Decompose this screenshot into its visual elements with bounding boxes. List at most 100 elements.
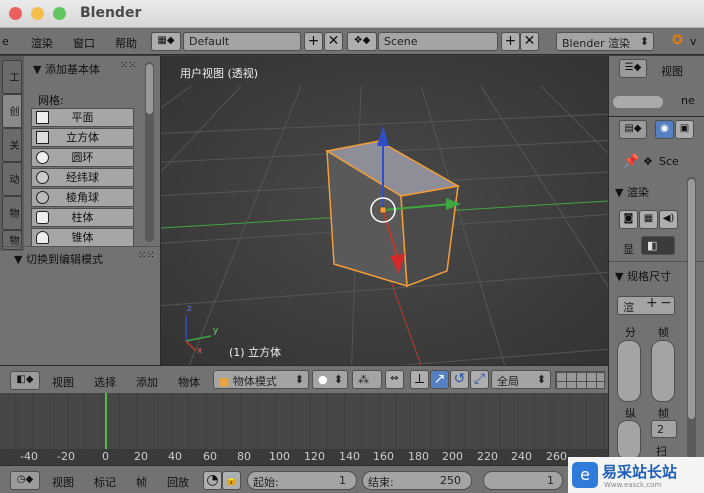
editor-type-icon[interactable]: ☰◆ [619, 59, 647, 78]
menu-view[interactable]: 视图 [661, 63, 683, 79]
current-frame-line[interactable] [105, 393, 107, 449]
add-cylinder-button[interactable]: 柱体 [31, 208, 134, 227]
snap-toggle-icon[interactable]: ⇔ [385, 370, 404, 389]
display-label: 显 [623, 243, 634, 256]
editor-divider[interactable] [160, 56, 161, 365]
cylinder-icon [36, 211, 49, 224]
outliner-item-partial[interactable]: ne [681, 94, 695, 107]
properties-scrollbar[interactable] [687, 177, 696, 487]
add-ico-sphere-button[interactable]: 棱角球 [31, 188, 134, 207]
menu-marker[interactable]: 标记 [94, 474, 116, 490]
tab-create[interactable]: 创 [2, 94, 22, 128]
scale-manipulator-icon[interactable]: ⤢ [470, 370, 489, 389]
frame-step-field[interactable]: 2 [651, 420, 677, 438]
menu-select[interactable]: 选择 [94, 374, 116, 390]
add-ico-sphere-label: 棱角球 [66, 191, 99, 204]
menu-add[interactable]: 添加 [136, 374, 158, 390]
render-preset-field[interactable]: 渲 + − [617, 296, 675, 315]
add-scene-icon[interactable]: + [501, 32, 520, 51]
menu-window[interactable]: 窗口 [73, 35, 95, 51]
render-panel-header[interactable]: ▼ 渲染 [615, 184, 649, 200]
edit-mode-toggle-header[interactable]: ▼ 切换到编辑模式 [14, 251, 103, 267]
pin-icon[interactable]: 📌 [623, 154, 639, 169]
render-tab-icon[interactable]: ◉ [655, 120, 674, 139]
scrollbar-thumb[interactable] [146, 64, 153, 114]
editor-divider[interactable] [609, 116, 704, 117]
add-circle-button[interactable]: 圆环 [31, 148, 134, 167]
rotate-manipulator-icon[interactable]: ↺ [450, 370, 469, 389]
manipulator-toggle-icon[interactable]: ⟂ [410, 370, 429, 389]
tool-shelf-scrollbar[interactable] [145, 62, 154, 242]
audio-icon[interactable]: ◀) [659, 210, 678, 229]
chevron-updown-icon: ⬍ [333, 373, 343, 386]
menu-view[interactable]: 视图 [52, 374, 74, 390]
info-header: e 渲染 窗口 帮助 ▦◆ Default + ✕ ❖◆ Scene + ✕ B… [0, 28, 704, 55]
menu-playback[interactable]: 回放 [167, 474, 189, 490]
add-layout-icon[interactable]: + [304, 32, 323, 51]
tab-relations[interactable]: 关 [2, 128, 22, 162]
tab-animation[interactable]: 动 [2, 162, 22, 196]
drag-handle-icon[interactable]: ⁙⁙ [120, 60, 137, 71]
render-animation-icon[interactable]: ▦ [639, 210, 658, 229]
tab-physics[interactable]: 物 [2, 196, 22, 230]
scene-context-icon: ❖ [643, 155, 653, 168]
mode-select[interactable]: ■ 物体模式 ⬍ [213, 370, 309, 389]
menu-object[interactable]: 物体 [178, 374, 200, 390]
menu-help[interactable]: 帮助 [115, 35, 137, 51]
resolution-stepper[interactable] [617, 340, 641, 402]
current-frame-field[interactable]: 1 [483, 471, 563, 490]
tab-tools[interactable]: 工 [2, 60, 22, 94]
layout-selector-icon[interactable]: ▦◆ [151, 32, 181, 51]
menu-partial[interactable]: e [2, 35, 9, 48]
dimensions-panel-header[interactable]: ▼ 规格尺寸 [615, 268, 671, 284]
3d-viewport[interactable]: 用户视图 (透视) (1) 立方体 z y x [161, 56, 608, 365]
preview-range-icon[interactable]: ◔ [203, 471, 222, 490]
remove-preset-icon[interactable]: − [660, 297, 672, 311]
remove-scene-icon[interactable]: ✕ [520, 32, 539, 51]
drag-handle-icon[interactable]: ⁙⁙ [138, 250, 155, 261]
scene-selector-icon[interactable]: ❖◆ [347, 32, 377, 51]
panel-divider [0, 246, 160, 247]
ruler-tick: -40 [20, 450, 38, 463]
menu-view[interactable]: 视图 [52, 474, 74, 490]
add-preset-icon[interactable]: + [646, 297, 658, 311]
render-image-icon[interactable]: ◙ [619, 210, 638, 229]
pivot-point-select[interactable]: ⁂ [352, 370, 382, 389]
close-window-button[interactable] [9, 7, 22, 20]
screen-layout-field[interactable]: Default [183, 32, 301, 51]
layers-grid[interactable] [555, 371, 605, 389]
editor-type-icon[interactable]: ▤◆ [619, 120, 647, 139]
outliner-scrollbar[interactable] [613, 96, 663, 108]
active-object-label: (1) 立方体 [229, 346, 282, 359]
render-engine-select[interactable]: Blender 渲染 ⬍ [556, 32, 654, 51]
end-frame-label: 结束: [368, 476, 394, 489]
scrollbar-thumb[interactable] [688, 179, 695, 419]
ruler-tick: 140 [339, 450, 360, 463]
add-cube-button[interactable]: 立方体 [31, 128, 134, 147]
maximize-window-button[interactable] [53, 7, 66, 20]
remove-layout-icon[interactable]: ✕ [324, 32, 343, 51]
transform-orientation-select[interactable]: 全局 ⬍ [491, 370, 551, 389]
end-frame-field[interactable]: 结束: 250 [362, 471, 472, 490]
minimize-window-button[interactable] [31, 7, 44, 20]
add-cone-button[interactable]: 锥体 [31, 228, 134, 247]
add-primitive-header[interactable]: ▼ 添加基本体 [33, 61, 100, 77]
tab-object[interactable]: 物 [2, 230, 22, 250]
menu-render[interactable]: 渲染 [31, 35, 53, 51]
editor-divider[interactable] [608, 56, 609, 493]
render-layers-tab-icon[interactable]: ▣ [675, 120, 694, 139]
aspect-stepper[interactable] [617, 420, 641, 460]
add-uv-sphere-button[interactable]: 经纬球 [31, 168, 134, 187]
lock-icon[interactable]: 🔒 [222, 471, 241, 490]
orientation-label: 全局 [497, 375, 519, 388]
translate-manipulator-icon[interactable]: ↗ [430, 370, 449, 389]
editor-type-icon[interactable]: ◷◆ [10, 471, 40, 490]
start-frame-field[interactable]: 起始: 1 [247, 471, 357, 490]
frame-range-stepper[interactable] [651, 340, 675, 402]
menu-frame[interactable]: 帧 [136, 474, 147, 490]
scene-field[interactable]: Scene [378, 32, 498, 51]
editor-type-icon[interactable]: ◧◆ [10, 371, 40, 390]
viewport-shading-select[interactable]: ● ⬍ [312, 370, 348, 389]
add-plane-button[interactable]: 平面 [31, 108, 134, 127]
display-select[interactable]: ◧ [641, 236, 675, 255]
